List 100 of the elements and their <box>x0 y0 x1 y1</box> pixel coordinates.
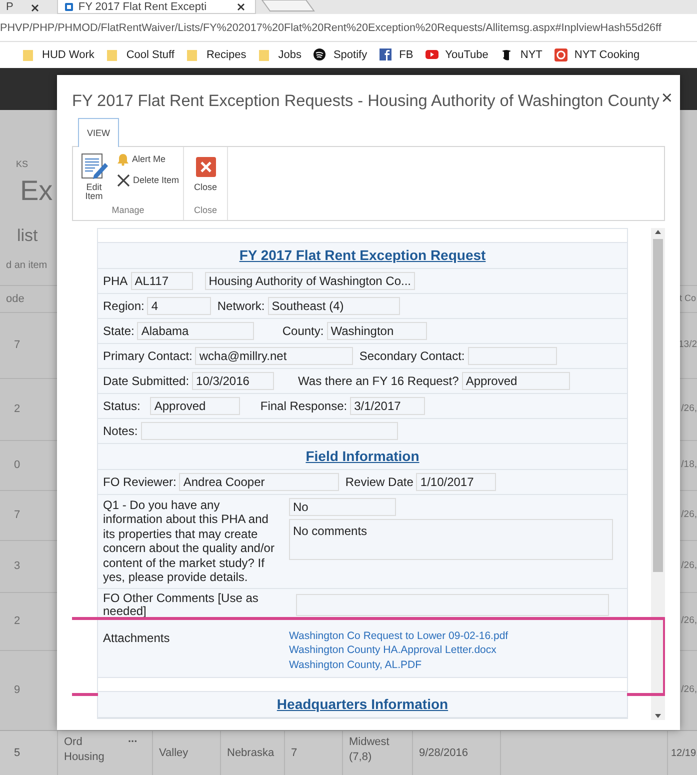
close-button[interactable]: Close <box>188 150 224 192</box>
attachment-link[interactable]: Washington County HA.Approval Letter.docx <box>289 643 508 658</box>
table-cell-text: 0 <box>14 458 20 474</box>
table-cell-text: 12/19, <box>671 746 697 760</box>
bookmark-link[interactable]: YouTube <box>425 46 488 64</box>
table-cell-text: 9/28/2016 <box>419 746 468 761</box>
table-cell-text: /18, <box>681 458 697 472</box>
table-cell-text: 7 <box>14 338 20 354</box>
field-value: Approved <box>150 396 240 414</box>
field-value: AL117 <box>130 272 193 290</box>
section-heading: Headquarters Information <box>276 694 450 714</box>
comment-box: No comments <box>289 518 613 560</box>
page-title: Ex <box>20 176 53 206</box>
table-cell-text: 2 <box>14 402 20 418</box>
bookmark-link[interactable]: NYT Cooking <box>554 46 640 64</box>
section-heading: FY 2017 Flat Rent Exception Request <box>238 246 487 265</box>
field-value: Andrea Cooper <box>179 472 340 490</box>
table-cell-text: Ord Housing <box>64 735 106 765</box>
bookmark-link[interactable]: FB <box>379 46 414 64</box>
bookmark-link[interactable]: Cool Stuff <box>106 46 174 64</box>
alert-me-button[interactable]: Alert Me <box>117 152 180 166</box>
question-label: FO Other Comments [Use as needed] <box>103 592 260 616</box>
bell-icon <box>117 152 129 166</box>
field-label: Was there an FY 16 Request? <box>298 372 459 390</box>
attachment-link[interactable]: Washington County, AL.PDF <box>289 658 508 672</box>
section-heading: Field Information <box>304 446 420 466</box>
bookmark-link[interactable]: Jobs <box>258 46 302 64</box>
field-label: PHA <box>103 272 128 290</box>
delete-item-button[interactable]: Delete Item <box>117 174 180 188</box>
field-label: Network: <box>217 298 265 314</box>
field-value: Southeast (4) <box>268 296 400 314</box>
table-cell-text: Nebraska <box>227 746 274 761</box>
field-label: Attachments <box>103 630 171 646</box>
field-label: FO Reviewer: <box>103 474 176 490</box>
edit-item-button[interactable]: Edit Item <box>77 150 111 202</box>
field-value: wcha@millry.net <box>195 346 354 364</box>
field-value: 4 <box>147 296 212 314</box>
field-label: Final Response: <box>260 398 348 414</box>
play-icon <box>425 48 440 62</box>
table-cell-text: 7 <box>14 508 20 524</box>
ribbon-tab[interactable]: VIEW <box>78 118 120 146</box>
folder-icon <box>22 48 36 62</box>
address-field[interactable]: PHVP/PHP/PHMOD/FlatRentWaiver/Lists/FY%202017%20Flat%20Rent%20Exception%20Requests/Allitemsg.aspx#InplviewHash55d26ff <box>0 22 662 34</box>
column-header: t Co <box>679 292 696 306</box>
group-label: Close <box>193 204 218 217</box>
table-cell-text: Valley <box>159 746 188 761</box>
bookmark-link[interactable]: Spotify <box>313 46 368 64</box>
scroll-up-icon[interactable] <box>654 228 662 236</box>
browser-tab[interactable]: P <box>0 0 50 14</box>
scroll-thumb[interactable] <box>653 238 663 572</box>
field-label: County: <box>282 322 324 340</box>
field-label: Review Date <box>345 474 414 490</box>
scroll-down-icon[interactable] <box>654 712 662 720</box>
bookmark-link[interactable]: NYT <box>500 46 542 64</box>
field-value: 3/1/2017 <box>350 396 426 414</box>
close-button[interactable]: × <box>659 89 674 108</box>
edit-document-icon <box>79 150 109 180</box>
field-value: Alabama <box>137 322 254 340</box>
dialog-title: FY 2017 Flat Rent Exception Requests - Housing Authority of Washington County <box>72 91 660 112</box>
table-cell-text: Midwest (7,8) <box>349 735 390 765</box>
table-cell-text: 9 <box>14 683 20 698</box>
table-cell-text: /26, <box>681 683 697 698</box>
table-cell-text: 5 <box>14 746 20 761</box>
page-icon <box>64 2 74 12</box>
field-value: 1/10/2017 <box>416 472 496 490</box>
delete-x-icon <box>117 174 130 188</box>
table-cell-text: 13/2 <box>678 338 697 352</box>
field-label: Region: <box>103 298 144 314</box>
table-cell-text: /26, <box>681 402 697 416</box>
question-label: Q1 - Do you have any information about this PHA and its properties that may create concern about the quality and/or content of the market study? If yes, please provide details. <box>103 498 276 584</box>
answer-field: No <box>289 498 396 516</box>
field-value: 10/3/2016 <box>192 372 274 390</box>
list-label: list <box>17 225 38 248</box>
field-label: Secondary Contact: <box>359 348 465 364</box>
field-label: Notes: <box>103 422 138 440</box>
bookmark-link[interactable]: HUD Work <box>22 46 94 64</box>
close-tab-icon[interactable] <box>236 3 245 12</box>
group-label: Manage <box>110 204 146 217</box>
table-cell-text: 7 <box>291 746 298 761</box>
field-label: State: <box>103 322 134 340</box>
close-tab-icon[interactable] <box>31 4 40 12</box>
attachment-link[interactable]: Washington Co Request to Lower 09-02-16.pdf <box>289 628 508 643</box>
field-label: Status: <box>103 398 140 414</box>
table-cell-text: /26, <box>681 508 697 522</box>
table-cell-text: 3 <box>14 559 20 574</box>
field-label: Date Submitted: <box>103 372 190 390</box>
table-cell-text: /26, <box>681 559 697 574</box>
more-menu[interactable]: ... <box>128 735 138 743</box>
field-value: Approved <box>462 372 570 390</box>
social-square-icon <box>379 48 394 62</box>
close-icon <box>196 156 216 176</box>
bookmark-link[interactable]: Recipes <box>186 46 246 64</box>
browser-tab[interactable]: FY 2017 Flat Rent Excepti <box>57 0 256 14</box>
table-cell-text: 2 <box>14 614 20 630</box>
field-value: Washington <box>326 322 427 340</box>
table-cell-text: /26, <box>681 614 697 628</box>
field-value: Housing Authority of Washington Co... <box>204 272 416 290</box>
field-label: Primary Contact: <box>103 348 192 364</box>
column-header: ode <box>6 292 24 307</box>
breadcrumb-text: KS <box>16 158 28 171</box>
